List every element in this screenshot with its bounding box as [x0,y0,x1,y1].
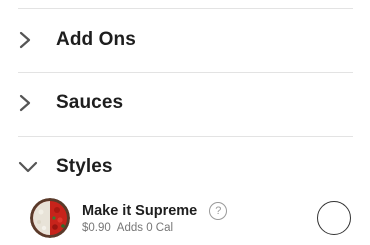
chevron-right-icon [18,30,48,50]
section-sauces[interactable]: Sauces [18,81,353,125]
select-radio-button[interactable] [317,201,351,235]
section-add-ons[interactable]: Add Ons [18,18,353,62]
option-text: Make it Supreme ? $0.90 Adds 0 Cal [82,200,228,234]
divider [18,72,353,73]
section-label: Add Ons [56,29,136,50]
option-calories: Adds 0 Cal [116,222,174,234]
help-icon[interactable]: ? [209,202,228,220]
section-styles[interactable]: Styles [18,145,353,189]
chevron-right-icon [18,93,48,113]
divider [18,8,353,9]
option-meta: $0.90 Adds 0 Cal [82,222,227,234]
chevron-down-icon [18,157,48,177]
option-name: Make it Supreme [82,203,198,219]
option-price: $0.90 [82,222,111,234]
section-label: Sauces [56,92,124,113]
product-thumbnail [30,198,70,238]
menu-customization-panel: Add Ons Sauces Styles Make it Supreme ? … [0,0,370,245]
section-label: Styles [56,156,113,177]
option-make-it-supreme[interactable]: Make it Supreme ? $0.90 Adds 0 Cal [30,196,355,240]
divider [18,136,353,137]
option-name-line: Make it Supreme ? [82,200,228,222]
